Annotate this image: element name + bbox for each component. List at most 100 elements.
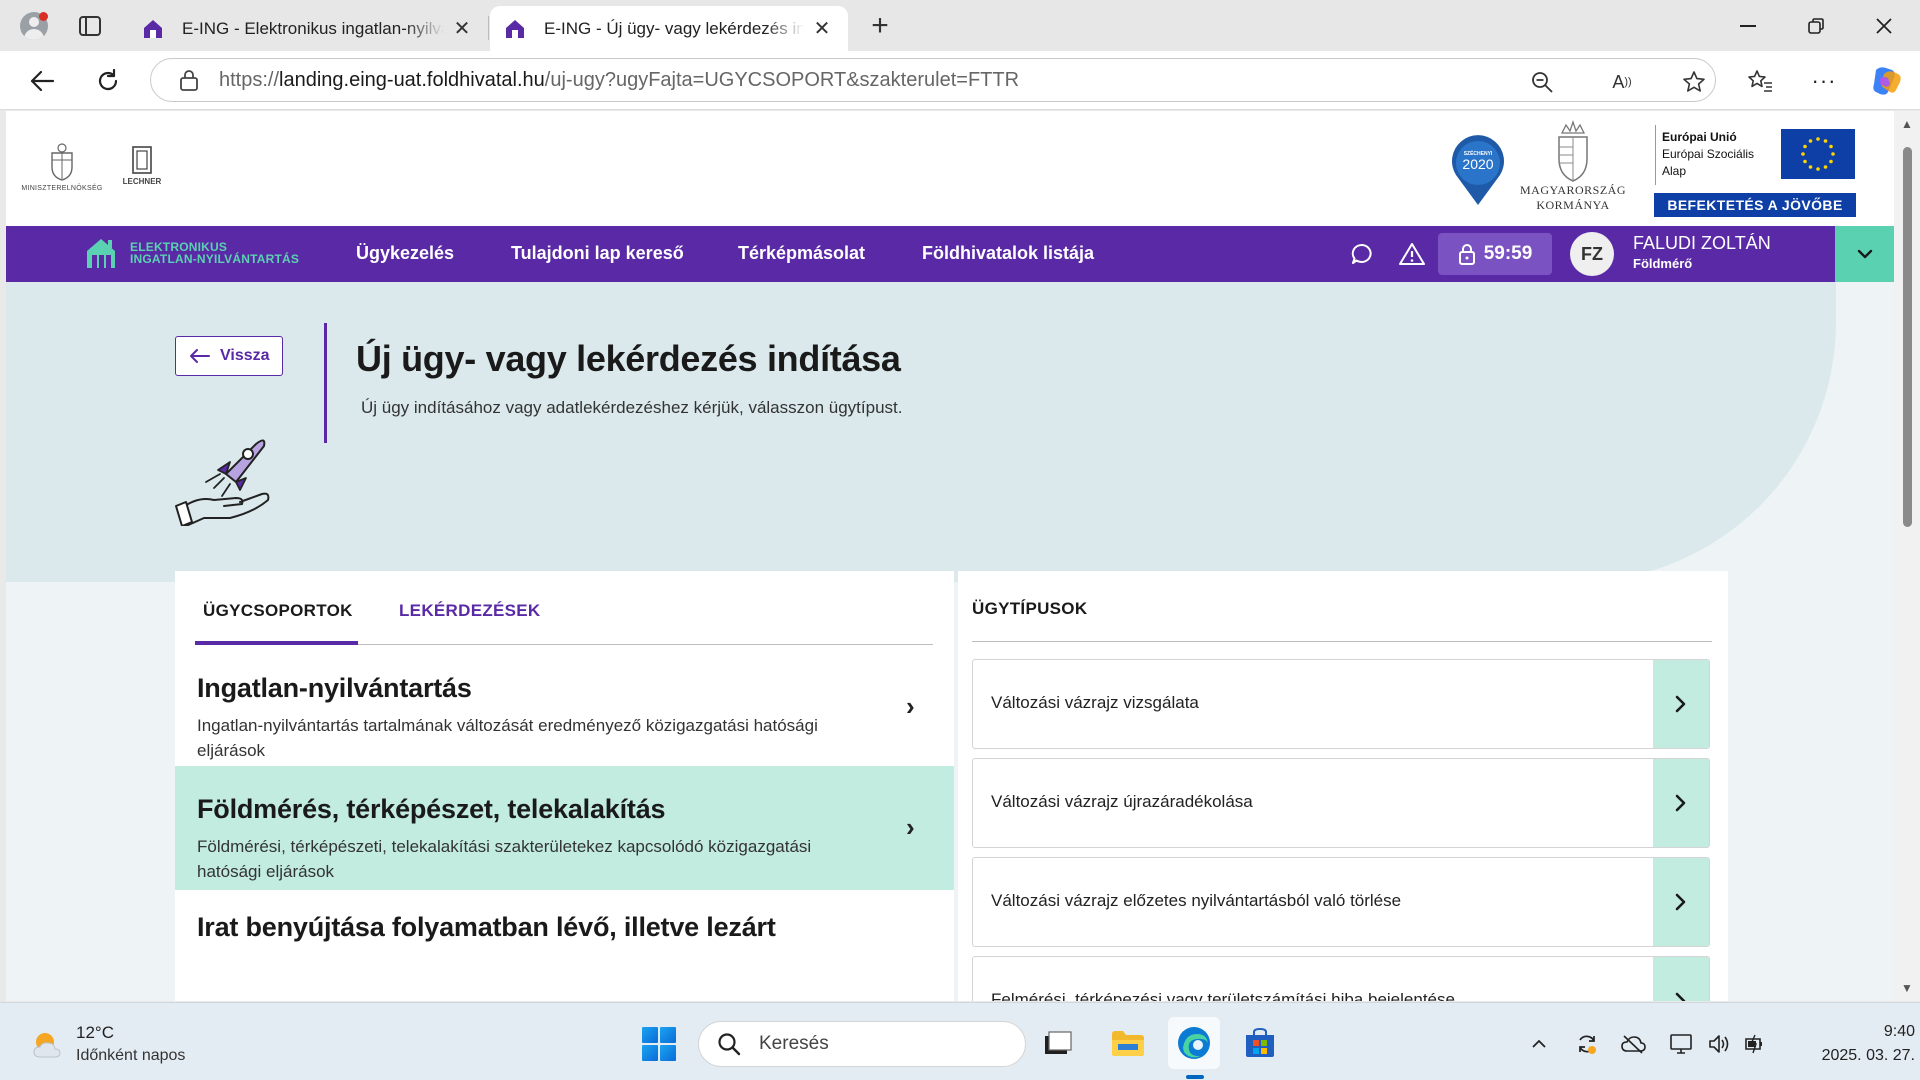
case-group-title: Irat benyújtása folyamatban lévő, illetv… (197, 912, 776, 942)
user-menu-toggle[interactable] (1835, 226, 1894, 282)
page-scrollbar[interactable]: ▲ ▼ (1894, 111, 1920, 1001)
scroll-up-icon[interactable]: ▲ (1900, 117, 1914, 131)
eu-banner: BEFEKTETÉS A JÖVŐBE (1654, 193, 1856, 217)
chevron-up-icon[interactable] (1526, 1031, 1552, 1057)
profile-button[interactable] (14, 8, 54, 44)
taskbar-search[interactable]: Keresés (698, 1021, 1026, 1067)
case-group-desc: Ingatlan-nyilvántartás tartalmának válto… (197, 716, 818, 760)
case-types-title: ÜGYTÍPUSOK (972, 599, 1088, 618)
nav-link-ugykezeles[interactable]: Ügykezelés (356, 243, 454, 264)
url-scheme: https:// (219, 68, 280, 91)
volume-icon[interactable] (1706, 1031, 1732, 1057)
back-nav-button[interactable] (22, 63, 62, 99)
close-tab-icon[interactable]: ✕ (450, 17, 474, 41)
close-tab-icon[interactable]: ✕ (810, 17, 834, 41)
nav-link-terkepmasolat[interactable]: Térképmásolat (738, 243, 865, 264)
minimize-icon (1740, 24, 1756, 27)
nav-link-foldhivatalok-listaja[interactable]: Földhivatalok listája (922, 243, 1094, 264)
lechner-mark-icon (132, 146, 152, 174)
start-button[interactable] (642, 1027, 676, 1061)
site-header: MINISZTERELNÖKSÉG LECHNER SZÉCHENYI 2020… (6, 111, 1894, 226)
case-type-item[interactable]: Felmérési, térképezési vagy területszámí… (972, 956, 1710, 1001)
logo-divider (1655, 125, 1656, 185)
active-app-indicator (1186, 1075, 1204, 1079)
weather-temperature[interactable]: 12°C (76, 1023, 114, 1043)
case-type-item[interactable]: Változási vázrajz előzetes nyilvántartás… (972, 857, 1710, 947)
case-group-item[interactable]: Ingatlan-nyilvántartás Ingatlan-nyilvánt… (175, 645, 954, 766)
title-accent-bar (324, 323, 327, 443)
hungary-government-logo: MAGYARORSZÁG KORMÁNYA (1518, 119, 1628, 223)
case-type-item[interactable]: Változási vázrajz vizsgálata (972, 659, 1710, 749)
close-window-button[interactable] (1850, 0, 1918, 51)
case-group-item[interactable]: Irat benyújtása folyamatban lévő, illetv… (175, 890, 954, 1001)
brand-line2: INGATLAN-NYILVÁNTARTÁS (130, 252, 300, 266)
zoom-out-icon[interactable] (1529, 69, 1555, 95)
scroll-down-icon[interactable]: ▼ (1900, 981, 1914, 995)
page-viewport: MINISZTERELNÖKSÉG LECHNER SZÉCHENYI 2020… (6, 111, 1894, 1001)
browser-tab-1[interactable]: E-ING - Elektronikus ingatlan-nyilvántar… (128, 6, 488, 51)
eu-line3: Alap (1662, 164, 1687, 178)
file-explorer-app[interactable] (1102, 1017, 1154, 1069)
edge-icon (1178, 1027, 1210, 1059)
battery-icon[interactable] (1742, 1031, 1768, 1057)
tab-divider (488, 16, 489, 40)
sync-icon[interactable] (1574, 1031, 1600, 1057)
back-button-label: Vissza (220, 347, 270, 364)
user-avatar[interactable]: FZ (1570, 232, 1614, 276)
task-view-app[interactable] (1032, 1017, 1084, 1069)
clock-time[interactable]: 9:40 (1855, 1023, 1915, 1041)
restore-button[interactable] (1782, 0, 1850, 51)
arrow-left-icon (190, 349, 210, 363)
minimize-button[interactable] (1714, 0, 1782, 51)
chevron-right-icon (1653, 858, 1709, 946)
nav-link-tulajdoni-lap-kereso[interactable]: Tulajdoni lap kereső (511, 243, 684, 264)
tab-actions-button[interactable] (70, 8, 110, 44)
clock-date[interactable]: 2025. 03. 27. (1790, 1047, 1915, 1065)
url-input[interactable]: https://landing.eing-uat.foldhivatal.hu /… (150, 58, 1716, 102)
lock-icon (1458, 244, 1475, 265)
eu-logo-text: Európai Unió Európai Szociális Alap (1662, 129, 1754, 180)
case-type-label: Változási vázrajz vizsgálata (991, 693, 1199, 712)
eu-line1: Európai Unió (1662, 130, 1737, 144)
case-group-item-selected[interactable]: Földmérés, térképészet, telekalakítás Fö… (175, 766, 954, 890)
favorite-star-icon[interactable] (1681, 69, 1707, 95)
windows-taskbar: 12°C Időnként napos Keresés 9:40 2025. 0… (0, 1002, 1920, 1080)
chevron-right-icon (1653, 759, 1709, 847)
weather-description[interactable]: Időnként napos (76, 1047, 185, 1065)
case-groups-panel: ÜGYCSOPORTOK LEKÉRDEZÉSEK Ingatlan-nyilv… (175, 571, 954, 1001)
copilot-icon (1873, 67, 1901, 95)
brand-logo[interactable]: ELEKTRONIKUS INGATLAN-NYILVÁNTARTÁS (84, 236, 299, 270)
coat-of-arms-icon (1558, 119, 1588, 182)
tab-ugycsoportok[interactable]: ÜGYCSOPORTOK (203, 601, 353, 621)
warning-icon[interactable] (1398, 240, 1426, 268)
favorites-button[interactable] (1740, 63, 1780, 99)
weather-partly-sunny-icon[interactable] (30, 1029, 64, 1061)
lechner-logo: LECHNER (112, 145, 172, 186)
store-app[interactable] (1234, 1017, 1286, 1069)
windows-logo-tile (642, 1045, 658, 1061)
url-path: /uj-ugy?ugyFajta=UGYCSOPORT&szakterulet=… (544, 68, 1020, 91)
cloud-offline-icon[interactable] (1620, 1031, 1646, 1057)
new-tab-button[interactable]: + (862, 9, 898, 42)
scroll-thumb[interactable] (1903, 147, 1912, 527)
browser-address-bar: https://landing.eing-uat.foldhivatal.hu /… (0, 51, 1920, 110)
tab-lekerdezesek[interactable]: LEKÉRDEZÉSEK (399, 601, 541, 621)
edge-browser-app[interactable] (1168, 1017, 1220, 1069)
session-timer: 59:59 (1438, 233, 1552, 275)
read-aloud-icon[interactable]: A)) (1609, 69, 1635, 95)
lock-icon (180, 70, 198, 91)
windows-logo-tile (660, 1045, 676, 1061)
case-type-item[interactable]: Változási vázrajz újrazáradékolása (972, 758, 1710, 848)
chevron-right-icon: › (906, 812, 915, 842)
network-icon[interactable] (1668, 1031, 1694, 1057)
back-button[interactable]: Vissza (175, 336, 283, 376)
copilot-button[interactable] (1866, 63, 1906, 99)
house-favicon-icon (144, 19, 162, 38)
chat-icon[interactable] (1348, 240, 1376, 268)
case-types-panel: ÜGYTÍPUSOK Változási vázrajz vizsgálata … (958, 571, 1728, 1001)
store-icon (1246, 1027, 1274, 1057)
settings-more-button[interactable]: ··· (1804, 63, 1844, 99)
reload-button[interactable] (88, 63, 128, 99)
main-navigation: ELEKTRONIKUS INGATLAN-NYILVÁNTARTÁS Ügyk… (6, 226, 1894, 282)
browser-tab-2-active[interactable]: E-ING - Új ügy- vagy lekérdezés indítása… (490, 6, 848, 51)
